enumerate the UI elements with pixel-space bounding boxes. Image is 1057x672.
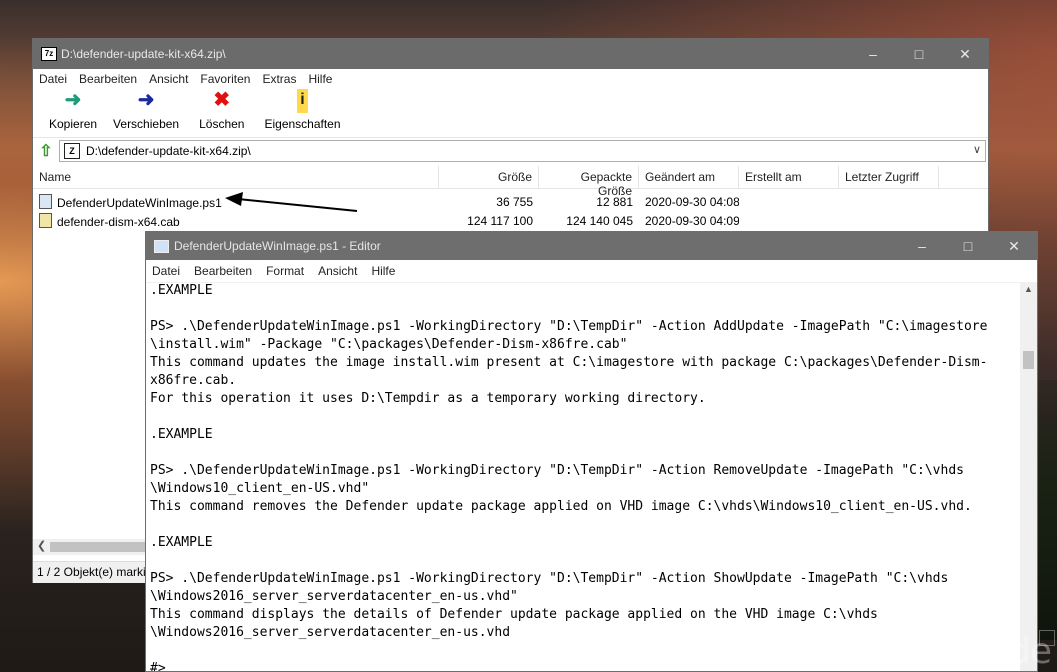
delete-label: Löschen <box>199 117 245 131</box>
file-name-cell: defender-dism-x64.cab <box>33 212 439 229</box>
cab-file-icon <box>39 212 52 228</box>
notepad-window: DefenderUpdateWinImage.ps1 - Editor – □ … <box>145 231 1038 672</box>
text-line: x86fre.cab. <box>150 373 237 388</box>
text-line: PS> .\DefenderUpdateWinImage.ps1 -Workin… <box>150 571 949 586</box>
menu-favoriten[interactable]: Favoriten <box>200 72 250 86</box>
chevron-down-icon[interactable]: ∨ <box>973 143 981 156</box>
menu-extras[interactable]: Extras <box>262 72 296 86</box>
file-size: 124 117 100 <box>467 213 533 228</box>
address-bar[interactable]: Z D:\defender-update-kit-x64.zip\ ∨ <box>59 140 986 162</box>
zip-titlebar[interactable]: 7z D:\defender-update-kit-x64.zip\ – □ ✕ <box>33 39 988 69</box>
text-line: This command updates the image install.w… <box>150 355 988 370</box>
text-line: PS> .\DefenderUpdateWinImage.ps1 -Workin… <box>150 319 988 334</box>
file-row[interactable]: defender-dism-x64.cab 124 117 100 124 14… <box>33 211 988 230</box>
maximize-icon[interactable]: □ <box>945 232 991 260</box>
file-packed: 124 140 045 <box>566 213 633 228</box>
scroll-up-icon[interactable]: ▲ <box>1024 284 1033 294</box>
editor-window-title: DefenderUpdateWinImage.ps1 - Editor <box>174 239 381 253</box>
info-icon: i <box>297 89 308 113</box>
col-created[interactable]: Erstellt am <box>739 166 839 188</box>
zip-file-icon: Z <box>64 143 80 159</box>
close-icon[interactable]: ✕ <box>942 39 988 69</box>
menu-format[interactable]: Format <box>266 264 304 278</box>
col-name[interactable]: Name <box>33 166 439 188</box>
copy-button[interactable]: ➜ Kopieren <box>41 89 105 137</box>
text-line: \Windows2016_server_serverdatacenter_en-… <box>150 589 518 604</box>
notepad-app-icon <box>154 240 169 253</box>
menu-bearbeiten[interactable]: Bearbeiten <box>79 72 137 86</box>
text-line: For this operation it uses D:\Tempdir as… <box>150 391 706 406</box>
zip-menubar: Datei Bearbeiten Ansicht Favoriten Extra… <box>33 69 988 89</box>
maximize-icon[interactable]: □ <box>896 39 942 69</box>
move-button[interactable]: ➜ Verschieben <box>105 89 187 137</box>
delete-x-icon: ✖ <box>213 89 231 111</box>
text-line <box>146 516 1020 534</box>
move-label: Verschieben <box>113 117 180 131</box>
menu-datei[interactable]: Datei <box>152 264 180 278</box>
zip-window-title: D:\defender-update-kit-x64.zip\ <box>61 47 226 61</box>
copy-label: Kopieren <box>49 117 98 131</box>
menu-hilfe[interactable]: Hilfe <box>371 264 395 278</box>
file-modified: 2020-09-30 04:09 <box>645 213 739 228</box>
menu-bearbeiten[interactable]: Bearbeiten <box>194 264 252 278</box>
editor-titlebar[interactable]: DefenderUpdateWinImage.ps1 - Editor – □ … <box>146 232 1037 260</box>
move-arrow-icon: ➜ <box>137 89 155 111</box>
vertical-scrollbar[interactable]: ▲ <box>1020 282 1037 671</box>
minimize-icon[interactable]: – <box>850 39 896 69</box>
address-row: ⇧ Z D:\defender-update-kit-x64.zip\ ∨ <box>33 137 988 164</box>
status-bar: 1 / 2 Objekt(e) markiert <box>33 561 148 583</box>
properties-label: Eigenschaften <box>264 117 341 131</box>
text-line: .EXAMPLE <box>150 427 213 442</box>
file-name-cell: DefenderUpdateWinImage.ps1 <box>33 193 439 210</box>
text-line: This command removes the Defender update… <box>150 499 972 514</box>
menu-ansicht[interactable]: Ansicht <box>149 72 188 86</box>
text-line <box>146 300 1020 318</box>
menu-datei[interactable]: Datei <box>39 72 67 86</box>
editor-text-area[interactable]: .EXAMPLE PS> .\DefenderUpdateWinImage.ps… <box>146 282 1020 671</box>
text-line <box>146 408 1020 426</box>
menu-ansicht[interactable]: Ansicht <box>318 264 357 278</box>
minimize-icon[interactable]: – <box>899 232 945 260</box>
properties-button[interactable]: i Eigenschaften <box>256 89 348 137</box>
address-text: D:\defender-update-kit-x64.zip\ <box>86 144 251 158</box>
col-accessed[interactable]: Letzter Zugriff <box>839 166 939 188</box>
text-line: PS> .\DefenderUpdateWinImage.ps1 -Workin… <box>150 463 964 478</box>
text-line: .EXAMPLE <box>150 283 213 298</box>
file-name: DefenderUpdateWinImage.ps1 <box>57 195 222 210</box>
file-modified: 2020-09-30 04:08 <box>645 194 739 209</box>
up-folder-icon[interactable]: ⇧ <box>33 141 59 161</box>
watermark-text: Deskmodder.de <box>781 631 1052 672</box>
file-packed: 12 881 <box>596 194 633 209</box>
scroll-thumb[interactable] <box>1023 351 1034 369</box>
file-list-header: Name Größe Gepackte Größe Geändert am Er… <box>33 166 988 198</box>
7zip-app-icon: 7z <box>41 47 57 61</box>
col-size[interactable]: Größe <box>439 166 539 188</box>
copy-arrow-icon: ➜ <box>64 89 82 111</box>
delete-button[interactable]: ✖ Löschen <box>187 89 256 137</box>
scroll-thumb[interactable] <box>50 542 148 552</box>
text-line: \Windows10_client_en-US.vhd" <box>150 481 370 496</box>
menu-hilfe[interactable]: Hilfe <box>308 72 332 86</box>
text-line <box>146 552 1020 570</box>
col-modified[interactable]: Geändert am <box>639 166 739 188</box>
scroll-left-icon[interactable]: ❮ <box>37 539 46 552</box>
text-line: \install.wim" -Package "C:\packages\Defe… <box>150 337 628 352</box>
ps1-file-icon <box>39 193 52 209</box>
col-packed[interactable]: Gepackte Größe <box>539 166 639 198</box>
editor-menubar: Datei Bearbeiten Format Ansicht Hilfe <box>146 260 1037 283</box>
zip-toolbar: ➜ Kopieren ➜ Verschieben ✖ Löschen i Eig… <box>33 89 988 137</box>
text-line: .EXAMPLE <box>150 535 213 550</box>
text-line <box>146 444 1020 462</box>
file-row[interactable]: DefenderUpdateWinImage.ps1 36 755 12 881… <box>33 192 988 211</box>
close-icon[interactable]: ✕ <box>991 232 1037 260</box>
file-size: 36 755 <box>496 194 533 209</box>
file-name: defender-dism-x64.cab <box>57 214 180 229</box>
text-line: This command displays the details of Def… <box>150 607 878 622</box>
horizontal-scrollbar[interactable]: ❮ <box>33 539 148 555</box>
